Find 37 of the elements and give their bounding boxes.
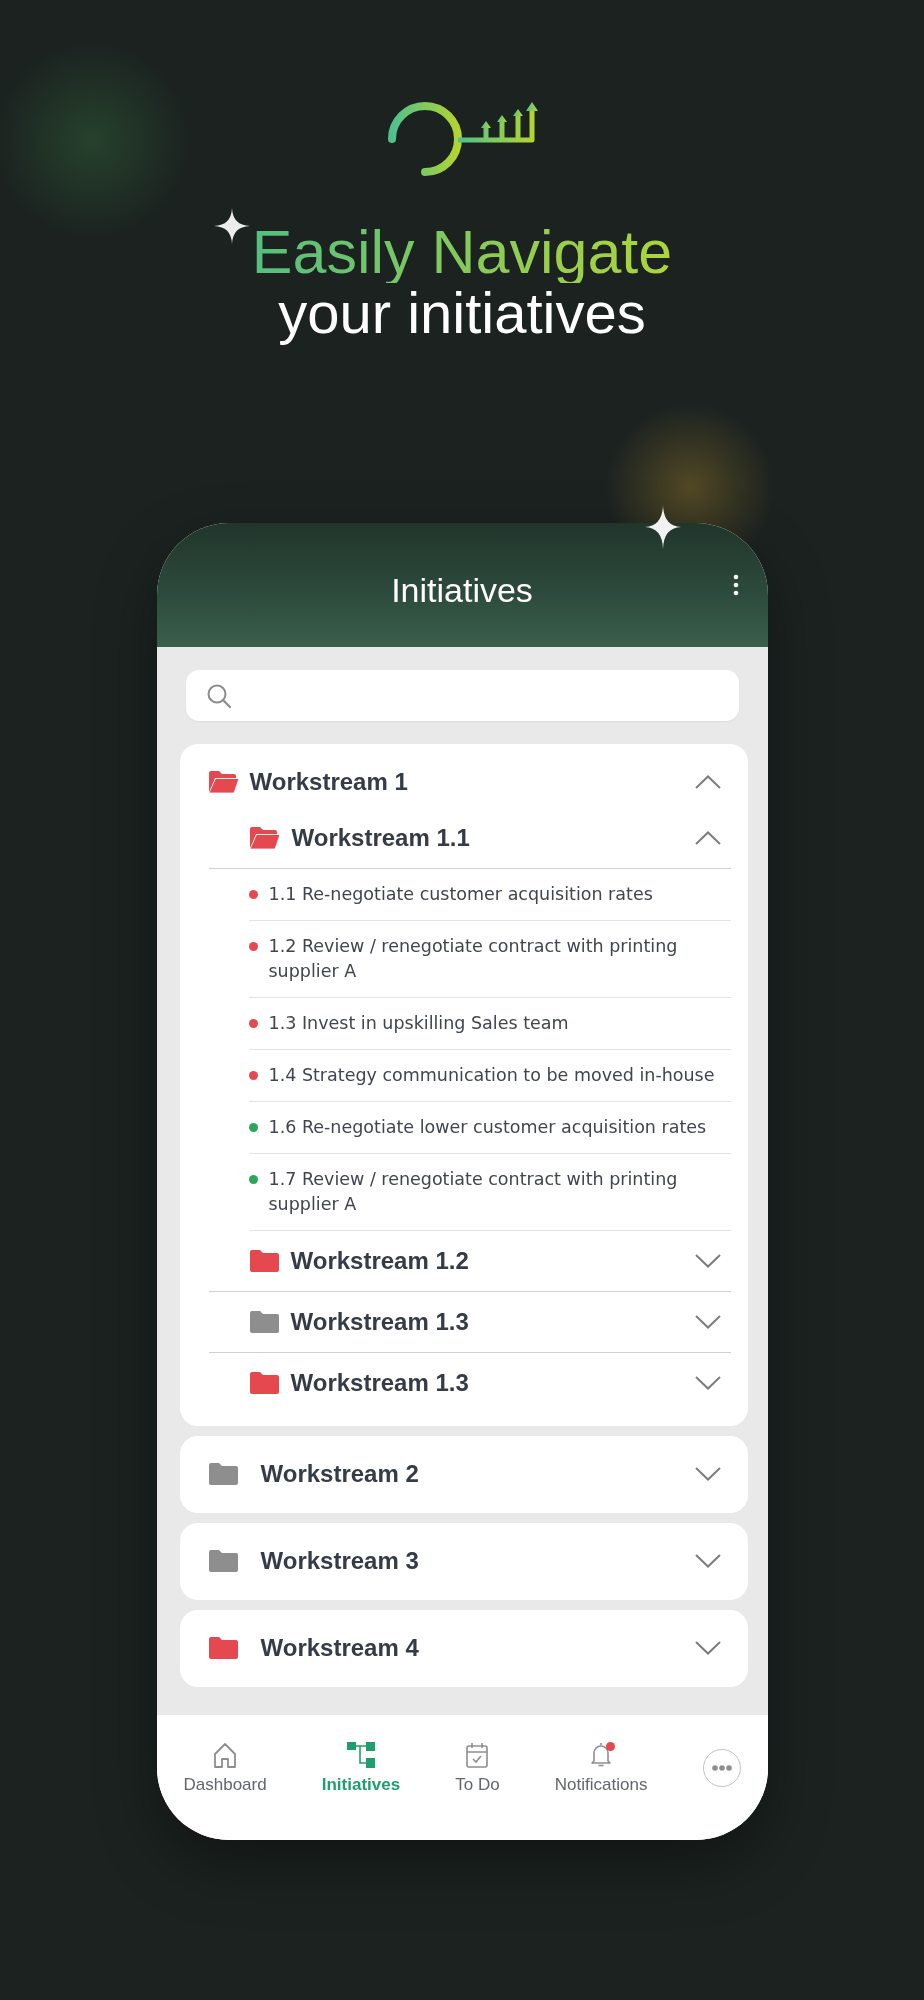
initiative-label[interactable]: 1.2 Review / renegotiate contract with printing supplier A (268, 934, 731, 984)
hierarchy-icon (346, 1741, 375, 1768)
chevron-down-icon[interactable] (694, 1254, 721, 1268)
nav-tab[interactable]: Dashboard (183, 1741, 267, 1795)
initiative-label[interactable]: 1.7 Review / renegotiate contract with printing supplier A (268, 1167, 731, 1217)
chevron-up-icon[interactable] (694, 775, 721, 789)
chevron-down-icon[interactable] (694, 1376, 721, 1390)
nav-tab[interactable]: Notifications (554, 1741, 648, 1795)
initiative-label[interactable]: 1.3 Invest in upskilling Sales team (268, 1011, 569, 1036)
workstream-label: Workstream 3 (260, 1546, 420, 1576)
headline-subtitle: your initiatives (278, 283, 646, 343)
more-button[interactable] (702, 1749, 741, 1787)
chevron-down-icon[interactable] (694, 1467, 721, 1481)
calendar-check-icon (465, 1741, 490, 1768)
initiative-label[interactable]: 1.1 Re-negotiate customer acquisition rates (268, 882, 653, 907)
initiative-label[interactable]: 1.4 Strategy communication to be moved in-house (268, 1063, 715, 1088)
workstream-label: Workstream 1.3 (290, 1368, 470, 1398)
workstream-label: Workstream 1.1 (291, 823, 471, 853)
nav-tab[interactable]: To Do (455, 1741, 500, 1795)
chevron-down-icon[interactable] (694, 1315, 721, 1329)
workstream-label: Workstream 1.2 (290, 1246, 470, 1276)
more-dots-icon (711, 1765, 732, 1771)
logo-icon (386, 100, 538, 178)
workstream-label: Workstream 1.3 (290, 1307, 470, 1337)
bell-icon (589, 1741, 614, 1768)
search-field[interactable] (185, 670, 739, 721)
search-icon (206, 683, 231, 708)
chevron-down-icon[interactable] (694, 1554, 721, 1568)
home-icon (213, 1741, 238, 1768)
more-vertical-icon[interactable] (732, 574, 739, 596)
workstream-label: Workstream 2 (260, 1459, 420, 1489)
workstream-label: Workstream 1 (249, 767, 409, 797)
chevron-up-icon[interactable] (694, 831, 721, 845)
app-bar-title: Initiatives (391, 570, 533, 610)
initiative-label[interactable]: 1.6 Re-negotiate lower customer acquisition rates (268, 1115, 707, 1140)
chevron-down-icon[interactable] (694, 1641, 721, 1655)
workstream-label: Workstream 4 (260, 1633, 420, 1663)
